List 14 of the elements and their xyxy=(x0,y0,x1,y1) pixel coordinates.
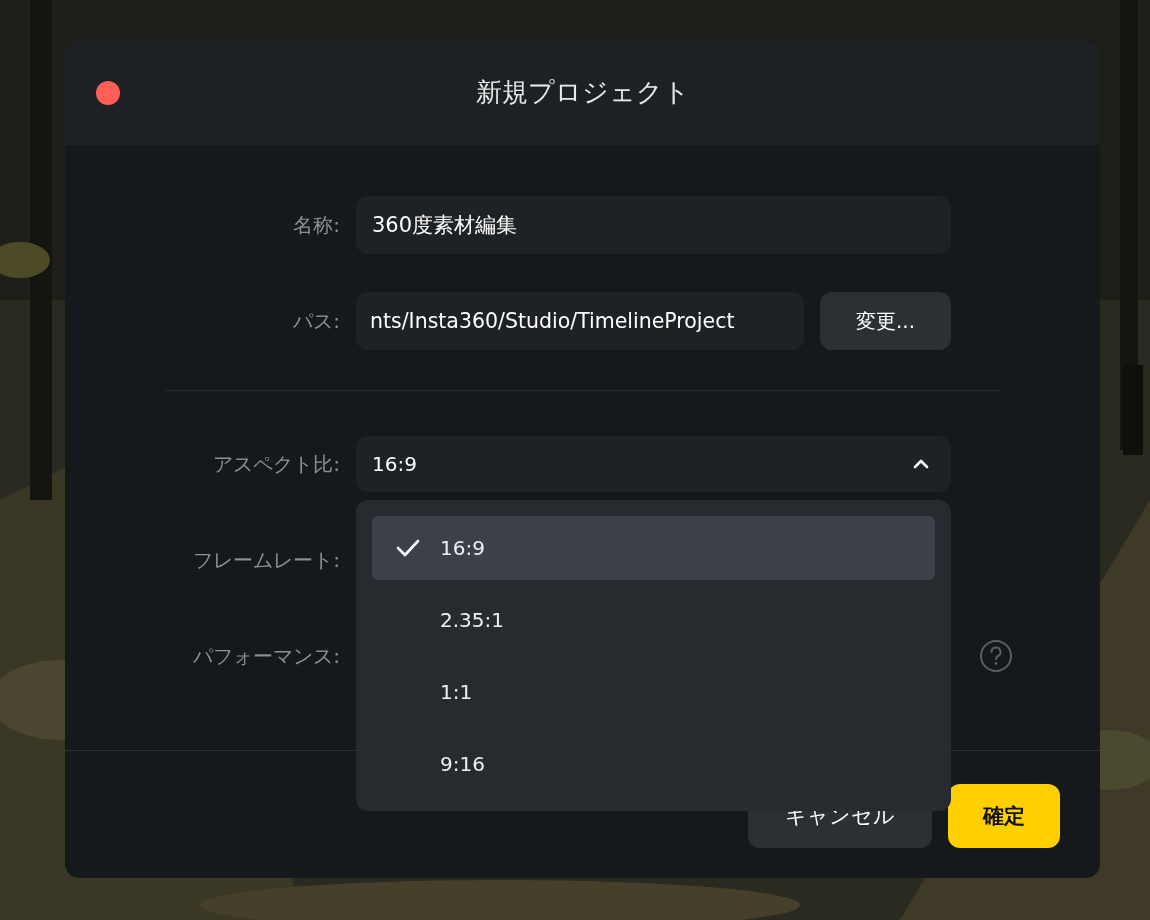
confirm-button[interactable]: 確定 xyxy=(948,784,1060,848)
field-label: パフォーマンス: xyxy=(192,642,340,670)
aspect-select[interactable]: 16:9 xyxy=(356,436,951,492)
field-label: 名称: xyxy=(292,211,340,239)
field-label: パス: xyxy=(292,307,340,335)
path-field[interactable]: nts/Insta360/Studio/TimelineProject xyxy=(356,292,804,350)
window-title: 新規プロジェクト xyxy=(475,76,690,109)
dropdown-option[interactable]: 1:1 xyxy=(372,660,935,724)
name-field[interactable]: 360度素材編集 xyxy=(356,196,951,254)
dropdown-option[interactable]: 2.35:1 xyxy=(372,588,935,652)
change-button[interactable]: 変更... xyxy=(820,292,951,350)
dropdown-option[interactable]: 16:9 xyxy=(372,516,935,580)
field-label: アスペクト比: xyxy=(212,450,340,478)
field-label: フレームレート: xyxy=(192,546,340,574)
